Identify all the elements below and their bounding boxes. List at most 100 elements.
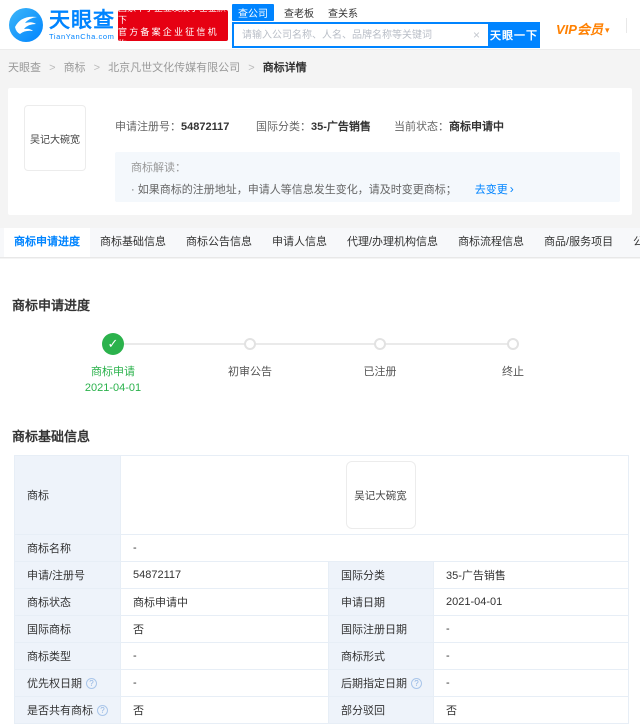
step-dot [507, 338, 519, 350]
arrow-right-icon: › [509, 182, 514, 196]
breadcrumb-separator: > [93, 62, 101, 74]
breadcrumb-separator: > [49, 62, 56, 74]
search-tab-boss[interactable]: 查老板 [284, 5, 314, 20]
trademark-note-box: 商标解读： · 如果商标的注册地址，申请人等信息发生变化，请及时变更商标； 去变更… [115, 152, 620, 202]
row-label-cell: 申请日期 [328, 588, 434, 616]
row-label-cell: 优先权日期? [14, 669, 121, 697]
tab-applicant-info[interactable]: 申请人信息 [262, 228, 337, 257]
table-row: 申请/注册号 54872117 国际分类 35-广告销售 [14, 561, 630, 589]
detail-tabbar: 商标申请进度 商标基础信息 商标公告信息 申请人信息 代理/办理机构信息 商标流… [0, 228, 640, 258]
help-icon[interactable]: ? [97, 705, 108, 716]
search-tab-company[interactable]: 查公司 [232, 3, 274, 21]
row-label-cell: 商标类型 [14, 642, 121, 670]
step-applied: ✓ 商标申请 2021-04-01 [53, 333, 173, 394]
row-label-cell: 部分驳回 [328, 696, 434, 724]
row-label-cell: 商标形式 [328, 642, 434, 670]
clear-icon[interactable]: × [473, 28, 480, 42]
row-value-cell: 2021-04-01 [432, 588, 630, 616]
vip-member-link[interactable]: VIP会员 ▾ [556, 19, 610, 38]
tab-agency-info[interactable]: 代理/办理机构信息 [337, 228, 448, 257]
row-label-cell: 申请/注册号 [14, 561, 121, 589]
row-label-cell: 商标 [14, 455, 121, 535]
row-label-cell: 国际注册日期 [328, 615, 434, 643]
search-input[interactable] [232, 22, 488, 48]
row-value-cell: - [120, 642, 329, 670]
step-dot [374, 338, 386, 350]
top-header: 天眼查 TianYanCha.com 国家中小企业发展子基金旗下 官方备案企业征… [0, 0, 640, 50]
step-dot [244, 338, 256, 350]
tianyancha-logo[interactable]: 天眼查 TianYanCha.com [8, 7, 115, 43]
tab-gazette-info[interactable]: 商标公告信息 [176, 228, 262, 257]
row-value-cell: 吴记大碗宽 [119, 455, 630, 535]
tab-application-progress[interactable]: 商标申请进度 [4, 228, 90, 257]
logo-subtitle: TianYanCha.com [49, 31, 115, 41]
trademark-image-text: 吴记大碗宽 [30, 134, 80, 146]
tianyancha-eye-icon [9, 8, 43, 42]
field-intl-class: 国际分类：35-广告销售 [256, 121, 371, 133]
tab-goods-services[interactable]: 商品/服务项目 [534, 228, 623, 257]
breadcrumb-company[interactable]: 北京凡世文化传媒有限公司 [108, 62, 240, 74]
table-row: 商标名称 - [14, 534, 630, 562]
row-value-cell: 否 [120, 696, 329, 724]
table-row: 国际商标 否 国际注册日期 - [14, 615, 630, 643]
step-preliminary-gazette: 初审公告 [190, 333, 310, 379]
breadcrumb: 天眼查 > 商标 > 北京凡世文化传媒有限公司 > 商标详情 [8, 59, 307, 75]
row-label-cell: 国际商标 [14, 615, 121, 643]
row-value-cell: - [119, 534, 630, 562]
main-content: 商标申请进度 ✓ 商标申请 2021-04-01 初审公告 已注册 终止 商标基… [0, 259, 640, 727]
row-label-cell: 后期指定日期? [328, 669, 434, 697]
table-row: 是否共有商标? 否 部分驳回 否 [14, 696, 630, 724]
search-tabs: 查公司 查老板 查关系 [232, 3, 540, 21]
field-current-status: 当前状态：商标申请中 [394, 121, 504, 133]
row-value-cell: 商标申请中 [120, 588, 329, 616]
row-value-cell: 35-广告销售 [432, 561, 630, 589]
step-label: 终止 [502, 366, 524, 378]
go-change-link[interactable]: 去变更 › [475, 182, 514, 196]
breadcrumb-trademark[interactable]: 商标 [64, 62, 86, 74]
step-date: 2021-04-01 [84, 382, 142, 394]
help-icon[interactable]: ? [86, 678, 97, 689]
row-label-cell: 是否共有商标? [14, 696, 121, 724]
basics-section-heading: 商标基础信息 [12, 429, 91, 444]
trademark-image[interactable]: 吴记大碗宽 [345, 461, 416, 529]
header-divider [626, 18, 627, 33]
table-row: 优先权日期? - 后期指定日期? - [14, 669, 630, 697]
row-value-cell: - [432, 642, 630, 670]
vip-label: VIP会员 [556, 22, 603, 37]
step-registered: 已注册 [320, 333, 440, 379]
row-value-cell: - [432, 669, 630, 697]
badge-line1: 国家中小企业发展子基金旗下 [118, 2, 227, 25]
row-value-cell: 54872117 [120, 561, 329, 589]
step-label: 商标申请 [91, 366, 135, 378]
tab-process-info[interactable]: 商标流程信息 [448, 228, 534, 257]
row-label-cell: 商标状态 [14, 588, 121, 616]
badge-line2: 官方备案企业征信机构 [118, 26, 219, 49]
field-application-number: 申请注册号：54872117 [115, 121, 230, 133]
tab-announcement-info[interactable]: 公告信息 [623, 228, 640, 257]
row-label-cell: 国际分类 [328, 561, 434, 589]
row-value-cell: 否 [120, 615, 329, 643]
breadcrumb-current: 商标详情 [262, 62, 307, 74]
progress-section-heading: 商标申请进度 [12, 298, 91, 313]
breadcrumb-separator: > [248, 62, 255, 74]
note-bullet: · 如果商标的注册地址，申请人等信息发生变化，请及时变更商标； 去变更 › [131, 182, 514, 196]
table-row: 商标类型 - 商标形式 - [14, 642, 630, 670]
row-value-cell: 否 [432, 696, 630, 724]
row-label-cell: 商标名称 [14, 534, 121, 562]
row-value-cell: - [120, 669, 329, 697]
step-terminated: 终止 [453, 333, 573, 379]
search-tab-relation[interactable]: 查关系 [328, 5, 358, 20]
search-button[interactable]: 天眼一下 [488, 22, 540, 48]
table-row: 商标 吴记大碗宽 [14, 455, 630, 535]
help-icon[interactable]: ? [411, 678, 422, 689]
step-label: 已注册 [363, 366, 397, 378]
tab-basic-info[interactable]: 商标基础信息 [90, 228, 176, 257]
trademark-summary-card: 吴记大碗宽 申请注册号：54872117 国际分类：35-广告销售 当前状态：商… [8, 88, 632, 215]
breadcrumb-home[interactable]: 天眼查 [8, 62, 41, 74]
certification-badge: 国家中小企业发展子基金旗下 官方备案企业征信机构 [118, 3, 228, 49]
row-value-cell: - [432, 615, 630, 643]
step-label: 初审公告 [228, 366, 272, 378]
trademark-image[interactable]: 吴记大碗宽 [24, 105, 86, 171]
check-icon: ✓ [102, 333, 124, 355]
table-row: 商标状态 商标申请中 申请日期 2021-04-01 [14, 588, 630, 616]
